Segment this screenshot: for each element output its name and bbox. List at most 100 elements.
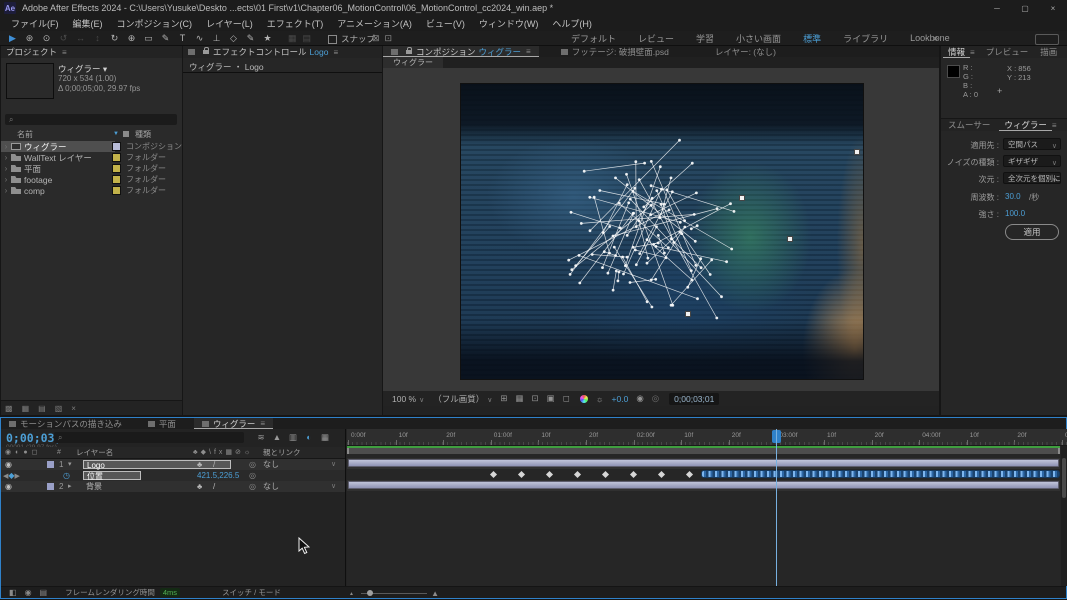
project-column-headers[interactable]: 名前 ▼ 種類 — [1, 129, 182, 141]
frame-blending-icon[interactable]: ▥ — [285, 432, 301, 443]
workspace-1[interactable]: レビュー — [627, 32, 685, 45]
timeline-vertical-scrollbar[interactable] — [1061, 446, 1067, 586]
menu-item-4[interactable]: エフェクト(T) — [260, 17, 331, 30]
workspace-0[interactable]: デフォルト — [560, 32, 627, 45]
sort-arrow-icon[interactable]: ▼ — [113, 131, 119, 137]
layer-row-background[interactable]: ◉ 2 ▸ 背景 ♣ / ◎ なし ∨ — [1, 481, 346, 492]
project-row-1[interactable]: ›WallText レイヤーフォルダー — [1, 152, 182, 163]
mask-mode-icons[interactable]: ⊠⊡ — [372, 31, 397, 45]
layer-row-logo[interactable]: ◉ 1 ▾ Logo ♣ / ◎ なし ∨ — [1, 459, 346, 470]
region-of-interest-icon[interactable]: ⊡ — [532, 393, 539, 404]
label-chip[interactable] — [112, 186, 121, 195]
composition-image[interactable] — [460, 83, 864, 380]
viewer-timecode[interactable]: 0;00;03;01 — [669, 393, 719, 405]
menu-item-6[interactable]: ビュー(V) — [419, 17, 472, 30]
type-tool-icon[interactable]: T — [174, 31, 191, 45]
selection-tool-icon[interactable]: ▶ — [4, 31, 21, 45]
channel-select-icon[interactable] — [580, 395, 588, 403]
zoom-out-icon[interactable]: ▲ — [349, 591, 354, 597]
playhead-line[interactable] — [776, 429, 777, 586]
layer-label-chip[interactable] — [47, 461, 54, 468]
fast-preview-icon[interactable]: ☼ — [596, 394, 604, 404]
transparency-grid-icon[interactable]: ▣ — [547, 393, 555, 404]
pan-behind-tool-icon[interactable]: ⊕ — [123, 31, 140, 45]
dimensions-select[interactable]: 全次元を個別に∨ — [1003, 172, 1061, 184]
path-point-handle[interactable] — [739, 195, 745, 201]
path-point-handle[interactable] — [854, 149, 860, 155]
workspace-2[interactable]: 学習 — [685, 32, 725, 45]
panel-menu-icon[interactable]: ≡ — [333, 48, 338, 57]
show-snapshot-icon[interactable]: ◎ — [652, 393, 659, 404]
magnitude-value[interactable]: 100.0 — [1005, 209, 1025, 218]
workspace-5[interactable]: ライブラリ — [832, 32, 899, 45]
eye-icon[interactable]: ◉ — [5, 481, 12, 492]
label-chip[interactable] — [112, 142, 121, 151]
pen-tool-icon[interactable]: ✎ — [157, 31, 174, 45]
eye-icon[interactable]: ◉ — [5, 459, 12, 470]
tab-info[interactable]: 情報 — [943, 46, 970, 58]
parent-link-column[interactable]: 親とリンク — [263, 447, 301, 458]
parent-value[interactable]: なし — [263, 481, 279, 492]
workspace-overflow[interactable]: » — [925, 33, 946, 43]
roto-brush-tool-icon[interactable]: ✎ — [242, 31, 259, 45]
twirl-open-icon[interactable]: ▾ — [68, 459, 72, 470]
expand-columns-icon[interactable]: ◧ — [9, 588, 17, 597]
transfer-controls-icon[interactable]: ▤ — [40, 588, 48, 597]
clone-stamp-tool-icon[interactable]: ⊥ — [208, 31, 225, 45]
quality-switch-icon[interactable]: ♣ — [197, 481, 202, 492]
eraser-tool-icon[interactable]: ◇ — [225, 31, 242, 45]
viewer-tab-wiggler[interactable]: ウィグラー — [383, 57, 443, 68]
parent-value[interactable]: なし — [263, 459, 279, 470]
lock-icon[interactable] — [203, 50, 209, 54]
effects-switch-icon[interactable]: / — [213, 459, 215, 470]
label-chip[interactable] — [112, 164, 121, 173]
zoom-level-select[interactable]: 100 %∨ — [392, 394, 424, 404]
pan-camera-tool-icon[interactable]: ↔ — [72, 31, 89, 45]
menu-item-0[interactable]: ファイル(F) — [4, 17, 66, 30]
workspace-3[interactable]: 小さい画面 — [725, 32, 792, 45]
noise-type-select[interactable]: ギザギザ∨ — [1003, 155, 1061, 167]
puppet-tool-icon[interactable]: ★ — [259, 31, 276, 45]
twirl-closed-icon[interactable]: ▸ — [68, 481, 72, 492]
menu-item-3[interactable]: レイヤー(L) — [199, 17, 260, 30]
keyframe[interactable] — [574, 471, 581, 478]
panel-menu-icon[interactable]: ≡ — [62, 48, 67, 57]
label-column-icon[interactable] — [123, 131, 129, 137]
panel-menu-icon[interactable]: ≡ — [526, 47, 531, 56]
twirl-icon[interactable]: › — [1, 142, 11, 151]
timeline-tab-wiggler[interactable]: ウィグラー ≡ — [194, 418, 273, 429]
shape-tool-icon[interactable]: ▭ — [140, 31, 157, 45]
maximize-button[interactable]: ▢ — [1011, 0, 1039, 16]
frequency-value[interactable]: 30.0 — [1005, 192, 1021, 201]
workspace-4[interactable]: 標準 — [792, 32, 832, 45]
timeline-tab-motion-path[interactable]: モーションパスの描き込み — [1, 418, 130, 429]
mask-visibility-icon[interactable]: ▦ — [516, 393, 524, 404]
zoom-tool-icon[interactable]: ⊙ — [38, 31, 55, 45]
graph-editor-icon[interactable]: ▦ — [317, 432, 333, 443]
label-chip[interactable] — [112, 175, 121, 184]
panel-menu-icon[interactable]: ≡ — [970, 48, 975, 57]
timeline-search-input[interactable]: ⌕ — [54, 432, 244, 443]
dolly-camera-tool-icon[interactable]: ↕ — [89, 31, 106, 45]
close-button[interactable]: × — [1039, 0, 1067, 16]
tab-footage[interactable]: フッテージ: 破損壁面.psd — [553, 46, 677, 57]
parent-pickwhip-icon[interactable]: ◎ — [249, 481, 256, 492]
tab-overflow[interactable]: » — [1062, 47, 1067, 57]
project-panel-tab[interactable]: プロジェクト ≡ — [1, 46, 182, 58]
menu-item-2[interactable]: コンポジション(C) — [110, 17, 200, 30]
layer-name-background[interactable]: 背景 — [86, 481, 102, 492]
live-update-icon[interactable]: ≋ — [253, 432, 269, 443]
path-point-handle[interactable] — [685, 311, 691, 317]
motion-blur-icon[interactable]: ◐ — [301, 432, 317, 443]
property-name-position[interactable]: 位置 — [83, 471, 141, 480]
panel-menu-icon[interactable]: ≡ — [260, 419, 265, 428]
twirl-icon[interactable]: › — [1, 186, 11, 195]
project-row-0[interactable]: ›ウィグラーコンポジション — [1, 141, 182, 152]
composition-viewer[interactable] — [383, 68, 939, 391]
keyframe[interactable] — [518, 471, 525, 478]
sync-settings-icon[interactable] — [1035, 34, 1059, 45]
view-layout-icon[interactable]: ◻ — [563, 393, 570, 404]
orbit-camera-tool-icon[interactable]: ↺ — [55, 31, 72, 45]
position-value[interactable]: 421.5,226.5 — [197, 470, 239, 481]
menu-item-1[interactable]: 編集(E) — [66, 17, 110, 30]
